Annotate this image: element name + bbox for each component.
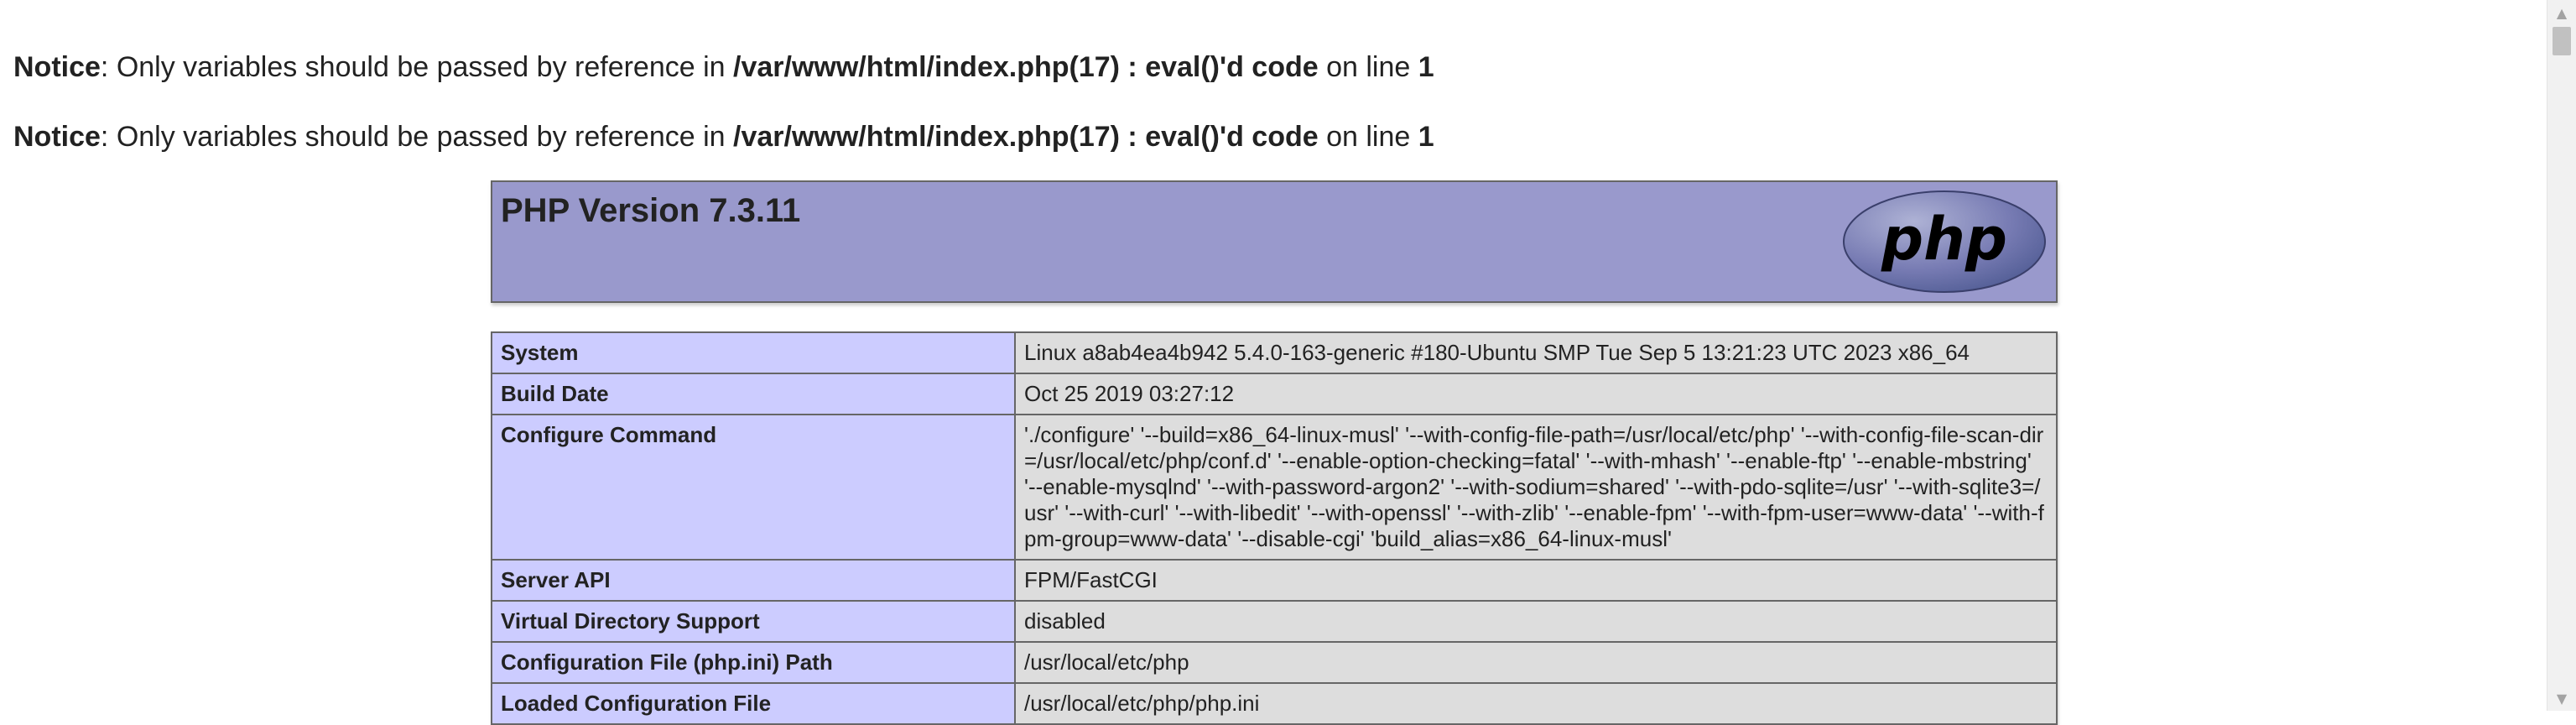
notice-label: Notice [13, 121, 101, 153]
notice-message: Notice: Only variables should be passed … [13, 50, 1434, 84]
phpinfo-container: PHP Version 7.3.11 php System Linux a8ab… [491, 180, 2058, 725]
row-value: /usr/local/etc/php [1014, 641, 2058, 684]
table-row: Server API FPM/FastCGI [491, 559, 2058, 602]
scrollbar-thumb[interactable] [2553, 27, 2571, 55]
row-value: /usr/local/etc/php/php.ini [1014, 682, 2058, 725]
notice-message: Notice: Only variables should be passed … [13, 120, 1434, 154]
row-key: Build Date [491, 373, 1016, 415]
scroll-up-icon[interactable]: ▲ [2547, 0, 2576, 25]
table-row: Virtual Directory Support disabled [491, 600, 2058, 643]
page-title: PHP Version 7.3.11 [501, 192, 801, 229]
phpinfo-table: System Linux a8ab4ea4b942 5.4.0-163-gene… [491, 331, 2058, 725]
notice-label: Notice [13, 51, 101, 83]
table-row: System Linux a8ab4ea4b942 5.4.0-163-gene… [491, 331, 2058, 374]
notice-text: : Only variables should be passed by ref… [100, 51, 734, 83]
table-row: Configure Command './configure' '--build… [491, 414, 2058, 561]
row-key: Loaded Configuration File [491, 682, 1016, 725]
notice-line-number: 1 [1418, 51, 1434, 83]
row-value: FPM/FastCGI [1014, 559, 2058, 602]
notice-line-number: 1 [1418, 121, 1434, 153]
table-row: Build Date Oct 25 2019 03:27:12 [491, 373, 2058, 415]
row-key: Configure Command [491, 414, 1016, 561]
notice-text: : Only variables should be passed by ref… [100, 121, 734, 153]
vertical-scrollbar[interactable]: ▲ ▼ [2547, 0, 2576, 711]
notice-text-line: on line [1318, 51, 1418, 83]
php-logo[interactable]: php [1841, 189, 2048, 295]
table-row: Configuration File (php.ini) Path /usr/l… [491, 641, 2058, 684]
notice-file: /var/www/html/index.php(17) : eval()'d c… [733, 51, 1319, 83]
row-key: System [491, 331, 1016, 374]
scroll-down-icon[interactable]: ▼ [2547, 686, 2576, 711]
row-key: Configuration File (php.ini) Path [491, 641, 1016, 684]
php-logo-text: php [1881, 205, 2007, 274]
notice-file: /var/www/html/index.php(17) : eval()'d c… [733, 121, 1319, 153]
row-value: Oct 25 2019 03:27:12 [1014, 373, 2058, 415]
phpinfo-header: PHP Version 7.3.11 php [491, 180, 2058, 303]
notice-text-line: on line [1318, 121, 1418, 153]
row-key: Virtual Directory Support [491, 600, 1016, 643]
table-row: Loaded Configuration File /usr/local/etc… [491, 682, 2058, 725]
row-value: disabled [1014, 600, 2058, 643]
row-key: Server API [491, 559, 1016, 602]
row-value: './configure' '--build=x86_64-linux-musl… [1014, 414, 2058, 561]
row-value: Linux a8ab4ea4b942 5.4.0-163-generic #18… [1014, 331, 2058, 374]
